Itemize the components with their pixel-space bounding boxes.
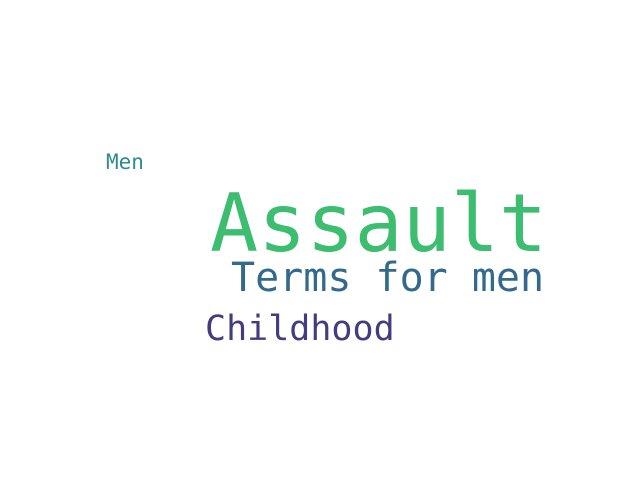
word-men: Men (106, 150, 144, 174)
word-terms-for-men: Terms for men (231, 255, 545, 301)
word-childhood: Childhood (205, 309, 395, 349)
word-cloud: Men Assault Terms for men Childhood (0, 0, 640, 480)
word-assault: Assault (210, 177, 548, 270)
